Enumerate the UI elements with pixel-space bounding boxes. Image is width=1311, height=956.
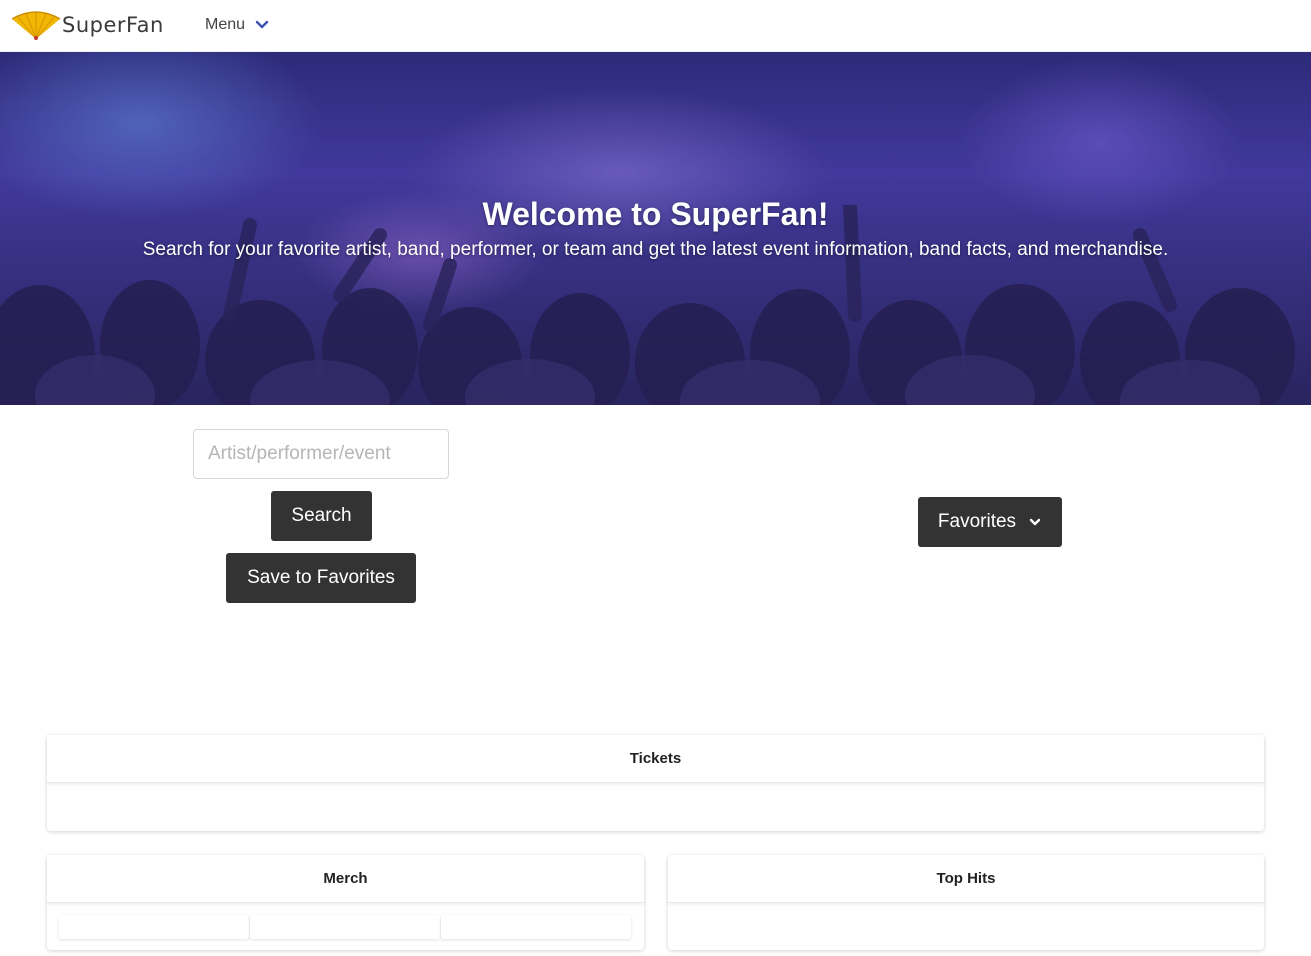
chevron-down-icon (1029, 518, 1041, 526)
favorites-dropdown-button[interactable]: Favorites (918, 497, 1062, 547)
menu-label: Menu (205, 16, 246, 33)
search-button[interactable]: Search (271, 491, 372, 541)
tickets-card-header: Tickets (47, 735, 1264, 783)
hero-banner: Welcome to SuperFan! Search for your fav… (0, 52, 1311, 405)
merch-item-placeholder (250, 915, 440, 939)
brand-logo-link[interactable]: SuperFan (10, 8, 164, 42)
top-hits-card-header: Top Hits (668, 855, 1264, 903)
hero-subtitle: Search for your favorite artist, band, p… (142, 239, 1169, 260)
merch-card: Merch (47, 855, 644, 950)
brand-name: SuperFan (62, 13, 164, 37)
menu-dropdown-toggle[interactable]: Menu (205, 16, 269, 34)
top-navbar: SuperFan Menu (0, 0, 1311, 52)
search-input[interactable] (193, 429, 449, 479)
tickets-card: Tickets (47, 735, 1264, 831)
chevron-down-icon (255, 20, 269, 29)
merch-card-header: Merch (47, 855, 644, 903)
hero-title: Welcome to SuperFan! (482, 196, 829, 232)
fan-logo-icon (11, 11, 61, 40)
merch-item-placeholder (441, 915, 631, 939)
save-to-favorites-button[interactable]: Save to Favorites (226, 553, 416, 603)
top-hits-card: Top Hits (668, 855, 1264, 950)
favorites-label: Favorites (937, 511, 1017, 532)
merch-item-placeholder (59, 915, 249, 939)
